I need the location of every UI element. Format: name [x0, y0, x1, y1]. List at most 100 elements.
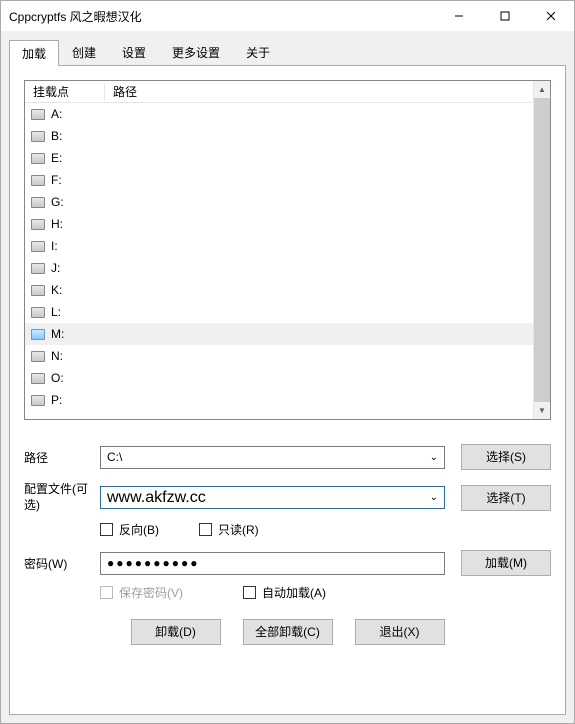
checkbox-icon: [243, 586, 256, 599]
maximize-button[interactable]: [482, 1, 528, 31]
drive-label: L:: [51, 305, 61, 319]
drive-label: O:: [51, 371, 64, 385]
drive-icon: [31, 351, 45, 362]
drive-item[interactable]: L:: [25, 301, 533, 323]
drive-icon: [31, 307, 45, 318]
tab-3[interactable]: 更多设置: [159, 39, 233, 65]
drive-listbox: 挂载点 路径 A: B: E: F: G: H: I: J: K: L: M: N: O: P: ▲ ▼: [24, 80, 551, 420]
drive-icon: [31, 175, 45, 186]
drive-icon: [31, 329, 45, 340]
drive-item[interactable]: F:: [25, 169, 533, 191]
list-header: 挂载点 路径: [25, 81, 533, 103]
tab-2[interactable]: 设置: [109, 39, 159, 65]
form: 路径 C:\ ⌄ 选择(S) 配置文件(可选) www.akfzw.cc ⌄ 选…: [24, 444, 551, 645]
readonly-checkbox[interactable]: 只读(R): [199, 521, 259, 538]
scrollbar[interactable]: ▲ ▼: [533, 81, 550, 419]
tab-0[interactable]: 加载: [9, 40, 59, 66]
drive-item[interactable]: O:: [25, 367, 533, 389]
drive-label: F:: [51, 173, 62, 187]
drive-icon: [31, 373, 45, 384]
minimize-button[interactable]: [436, 1, 482, 31]
drive-icon: [31, 285, 45, 296]
app-window: Cppcryptfs 风之暇想汉化 加载创建设置更多设置关于 挂载点 路径 A:…: [0, 0, 575, 724]
drive-icon: [31, 219, 45, 230]
drive-item[interactable]: H:: [25, 213, 533, 235]
drive-label: H:: [51, 217, 63, 231]
drive-item[interactable]: P:: [25, 389, 533, 411]
password-value: ●●●●●●●●●●: [107, 556, 199, 570]
reverse-label: 反向(B): [119, 521, 159, 538]
titlebar: Cppcryptfs 风之暇想汉化: [1, 1, 574, 31]
drive-item[interactable]: G:: [25, 191, 533, 213]
drive-icon: [31, 109, 45, 120]
auto-mount-label: 自动加载(A): [262, 584, 326, 601]
drive-icon: [31, 241, 45, 252]
drive-label: N:: [51, 349, 63, 363]
row-extra-options: 保存密码(V) 自动加载(A): [24, 584, 551, 601]
chevron-down-icon[interactable]: ⌄: [430, 492, 438, 503]
reverse-checkbox[interactable]: 反向(B): [100, 521, 159, 538]
titlebar-buttons: [436, 1, 574, 31]
drive-item[interactable]: N:: [25, 345, 533, 367]
select-config-button[interactable]: 选择(T): [461, 485, 551, 511]
window-title: Cppcryptfs 风之暇想汉化: [9, 8, 436, 25]
drive-label: K:: [51, 283, 62, 297]
drive-item[interactable]: M:: [25, 323, 533, 345]
checkbox-icon: [100, 523, 113, 536]
drive-icon: [31, 153, 45, 164]
path-label: 路径: [24, 449, 100, 466]
drive-items: A: B: E: F: G: H: I: J: K: L: M: N: O: P:: [25, 103, 533, 411]
tab-4[interactable]: 关于: [233, 39, 283, 65]
config-label: 配置文件(可选): [24, 482, 100, 513]
drive-label: G:: [51, 195, 64, 209]
drive-list[interactable]: 挂载点 路径 A: B: E: F: G: H: I: J: K: L: M: N: O: P:: [25, 81, 533, 419]
drive-label: M:: [51, 327, 64, 341]
drive-icon: [31, 395, 45, 406]
drive-item[interactable]: J:: [25, 257, 533, 279]
drive-label: P:: [51, 393, 62, 407]
config-value: www.akfzw.cc: [107, 489, 430, 507]
row-path: 路径 C:\ ⌄ 选择(S): [24, 444, 551, 470]
select-path-button[interactable]: 选择(S): [461, 444, 551, 470]
row-options: 反向(B) 只读(R): [24, 521, 551, 538]
exit-button[interactable]: 退出(X): [355, 619, 445, 645]
checkbox-icon: [199, 523, 212, 536]
path-value: C:\: [107, 450, 430, 464]
drive-label: I:: [51, 239, 58, 253]
dismount-all-button[interactable]: 全部卸载(C): [243, 619, 333, 645]
password-input[interactable]: ●●●●●●●●●●: [100, 552, 445, 575]
drive-label: B:: [51, 129, 62, 143]
auto-mount-checkbox[interactable]: 自动加载(A): [243, 584, 326, 601]
drive-icon: [31, 131, 45, 142]
close-button[interactable]: [528, 1, 574, 31]
drive-item[interactable]: A:: [25, 103, 533, 125]
col-path[interactable]: 路径: [105, 83, 533, 100]
col-mount[interactable]: 挂载点: [25, 83, 105, 100]
drive-item[interactable]: I:: [25, 235, 533, 257]
dismount-button[interactable]: 卸载(D): [131, 619, 221, 645]
tab-1[interactable]: 创建: [59, 39, 109, 65]
tab-bar: 加载创建设置更多设置关于: [1, 31, 574, 65]
row-password: 密码(W) ●●●●●●●●●● 加载(M): [24, 550, 551, 576]
drive-item[interactable]: B:: [25, 125, 533, 147]
scroll-down-icon[interactable]: ▼: [534, 402, 550, 419]
scroll-thumb[interactable]: [534, 98, 550, 402]
checkbox-icon: [100, 586, 113, 599]
drive-item[interactable]: E:: [25, 147, 533, 169]
drive-label: A:: [51, 107, 62, 121]
password-label: 密码(W): [24, 555, 100, 572]
save-password-checkbox: 保存密码(V): [100, 584, 183, 601]
drive-icon: [31, 263, 45, 274]
mount-button[interactable]: 加载(M): [461, 550, 551, 576]
tab-panel-mount: 挂载点 路径 A:B:E:F:G:H:I:J:K:L:M:N:O:P: ▲ ▼ …: [9, 65, 566, 715]
config-combobox[interactable]: www.akfzw.cc ⌄: [100, 486, 445, 509]
bottom-buttons: 卸载(D) 全部卸载(C) 退出(X): [24, 619, 551, 645]
drive-label: J:: [51, 261, 60, 275]
scroll-up-icon[interactable]: ▲: [534, 81, 550, 98]
path-combobox[interactable]: C:\ ⌄: [100, 446, 445, 469]
drive-icon: [31, 197, 45, 208]
row-config: 配置文件(可选) www.akfzw.cc ⌄ 选择(T): [24, 482, 551, 513]
drive-label: E:: [51, 151, 62, 165]
chevron-down-icon[interactable]: ⌄: [430, 452, 438, 463]
drive-item[interactable]: K:: [25, 279, 533, 301]
